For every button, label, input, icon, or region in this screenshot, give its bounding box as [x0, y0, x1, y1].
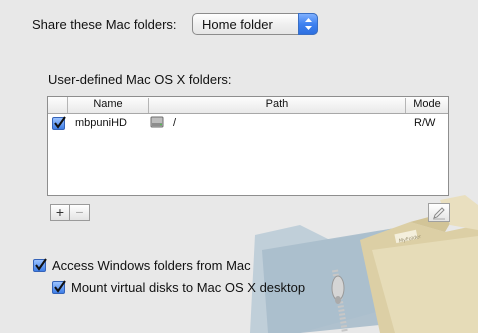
access-windows-folders-checkbox[interactable]	[33, 258, 47, 272]
hard-disk-icon	[150, 115, 164, 132]
row-mode: R/W	[414, 117, 436, 129]
edit-folder-button[interactable]	[428, 203, 450, 222]
row-name: mbpuniHD	[75, 117, 127, 129]
mount-virtual-disks-checkbox[interactable]	[52, 280, 66, 294]
table-row[interactable]: mbpuniHD / R/W	[48, 114, 448, 132]
header-name[interactable]: Name	[68, 98, 149, 113]
mount-virtual-disks-label[interactable]: Mount virtual disks to Mac OS X desktop	[71, 280, 305, 295]
user-defined-folders-label: User-defined Mac OS X folders:	[48, 72, 232, 87]
share-folders-popup[interactable]: Home folder	[192, 13, 318, 35]
share-folders-label: Share these Mac folders:	[32, 17, 177, 32]
pencil-icon	[433, 207, 445, 220]
share-folders-selected-value: Home folder	[202, 17, 273, 32]
folders-table: Name Path Mode mbpuniHD / R/W	[47, 96, 449, 196]
remove-folder-button[interactable]: −	[70, 204, 90, 221]
row-path: /	[173, 117, 177, 129]
folder-tab-label: MyFolder	[398, 234, 422, 245]
row-enable-checkbox[interactable]	[52, 116, 66, 130]
add-folder-button[interactable]: +	[50, 204, 70, 221]
header-select-column[interactable]	[48, 97, 68, 113]
popup-arrows-icon	[298, 13, 318, 35]
table-header: Name Path Mode	[48, 97, 448, 114]
header-mode[interactable]: Mode	[406, 98, 448, 110]
header-path[interactable]: Path	[149, 98, 406, 113]
access-windows-folders-label[interactable]: Access Windows folders from Mac	[52, 258, 251, 273]
